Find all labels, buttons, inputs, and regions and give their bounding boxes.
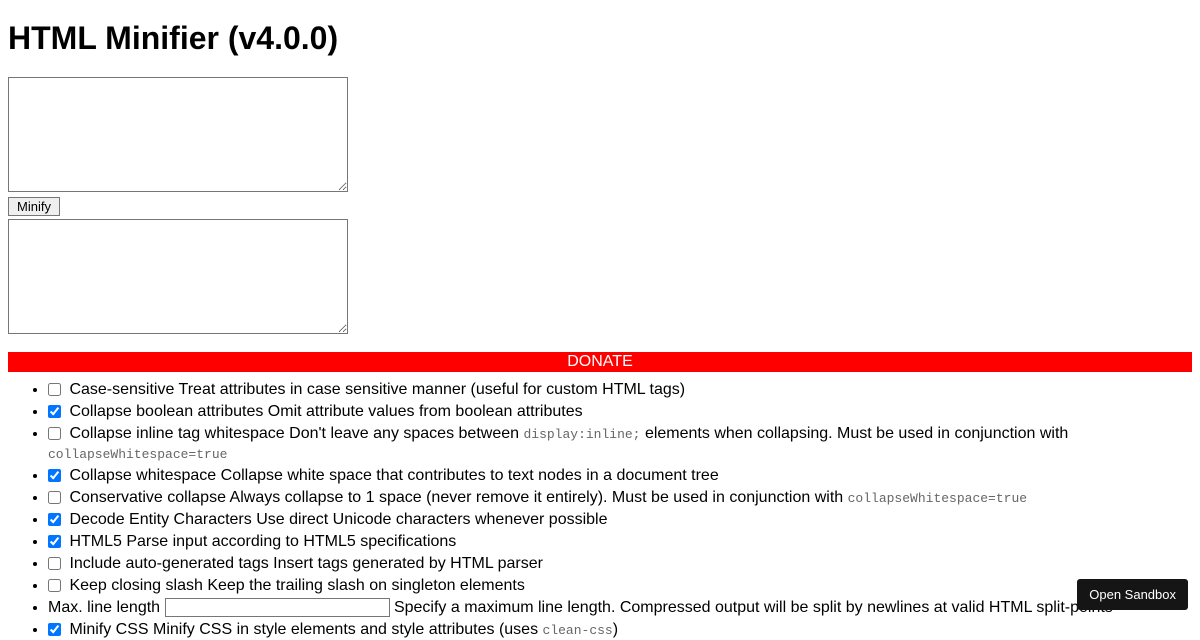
option-item: HTML5 Parse input according to HTML5 spe… — [48, 532, 1192, 552]
option-description: Insert tags generated by HTML parser — [269, 555, 543, 572]
option-item: Decode Entity Characters Use direct Unic… — [48, 510, 1192, 530]
option-description: Collapse white space that contributes to… — [216, 467, 719, 484]
minify-button[interactable]: Minify — [8, 197, 60, 216]
option-description: Don't leave any spaces between — [285, 425, 524, 442]
open-sandbox-button[interactable]: Open Sandbox — [1077, 579, 1188, 610]
option-code: display:inline; — [523, 427, 640, 442]
option-item: Include auto-generated tags Insert tags … — [48, 554, 1192, 574]
page-title: HTML Minifier (v4.0.0) — [8, 20, 1192, 57]
option-checkbox[interactable] — [48, 469, 61, 482]
option-checkbox[interactable] — [48, 557, 61, 570]
option-description: Specify a maximum line length. Compresse… — [390, 599, 1113, 616]
option-checkbox[interactable] — [48, 535, 61, 548]
option-checkbox[interactable] — [48, 405, 61, 418]
option-description: Always collapse to 1 space (never remove… — [226, 489, 848, 506]
option-label: Collapse boolean attributes — [69, 403, 263, 420]
option-item: Conservative collapse Always collapse to… — [48, 488, 1192, 508]
max-line-length-input[interactable] — [165, 598, 390, 617]
options-list: Case-sensitive Treat attributes in case … — [8, 380, 1192, 640]
option-checkbox[interactable] — [48, 491, 61, 504]
option-label: Decode Entity Characters — [69, 511, 251, 528]
option-checkbox[interactable] — [48, 383, 61, 396]
option-checkbox[interactable] — [48, 579, 61, 592]
option-description: Keep the trailing slash on singleton ele… — [203, 577, 525, 594]
option-label: HTML5 — [69, 533, 121, 550]
option-item: Collapse boolean attributes Omit attribu… — [48, 402, 1192, 422]
option-label: Conservative collapse — [69, 489, 226, 506]
option-item: Keep closing slash Keep the trailing sla… — [48, 576, 1192, 596]
option-label: Collapse inline tag whitespace — [69, 425, 284, 442]
option-label: Case-sensitive — [69, 381, 174, 398]
option-checkbox[interactable] — [48, 513, 61, 526]
option-label: Include auto-generated tags — [69, 555, 268, 572]
option-description: Use direct Unicode characters whenever p… — [252, 511, 608, 528]
option-item-maxline: Max. line length Specify a maximum line … — [48, 598, 1192, 618]
option-label: Max. line length — [48, 599, 165, 616]
option-description: Parse input according to HTML5 specifica… — [122, 533, 456, 550]
option-item: Collapse whitespace Collapse white space… — [48, 466, 1192, 486]
input-textarea[interactable] — [8, 77, 348, 192]
option-description: Treat attributes in case sensitive manne… — [174, 381, 685, 398]
option-description: Omit attribute values from boolean attri… — [263, 403, 582, 420]
option-item: Case-sensitive Treat attributes in case … — [48, 380, 1192, 400]
option-checkbox[interactable] — [48, 427, 61, 440]
option-code: collapseWhitespace=true — [48, 447, 227, 462]
output-textarea[interactable] — [8, 219, 348, 334]
option-description: elements when collapsing. Must be used i… — [641, 425, 1069, 442]
option-item: Collapse inline tag whitespace Don't lea… — [48, 424, 1192, 464]
option-code: collapseWhitespace=true — [848, 491, 1027, 506]
option-label: Keep closing slash — [69, 577, 202, 594]
option-label: Collapse whitespace — [69, 467, 216, 484]
donate-banner[interactable]: DONATE — [8, 352, 1192, 372]
option-item: Minify CSS Minify CSS in style elements … — [48, 620, 1192, 640]
option-code: clean-css — [543, 623, 613, 638]
